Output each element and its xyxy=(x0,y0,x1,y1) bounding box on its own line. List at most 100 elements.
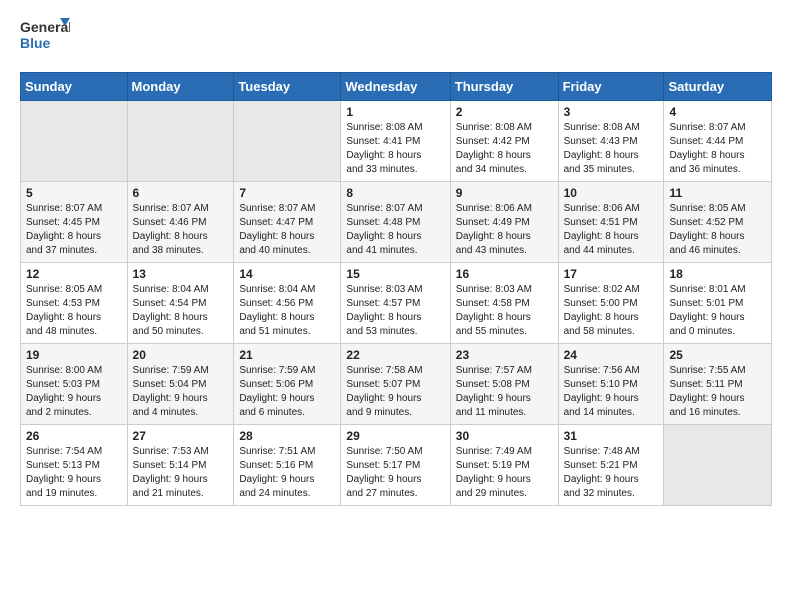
logo: General Blue xyxy=(20,16,70,60)
day-info: Sunrise: 8:00 AM Sunset: 5:03 PM Dayligh… xyxy=(26,364,122,420)
calendar-cell xyxy=(21,101,128,182)
calendar-cell: 19 Sunrise: 8:00 AM Sunset: 5:03 PM Dayli… xyxy=(21,344,128,425)
day-info: Sunrise: 7:59 AM Sunset: 5:04 PM Dayligh… xyxy=(133,364,229,420)
calendar-cell xyxy=(234,101,341,182)
calendar-cell xyxy=(127,101,234,182)
weekday-header-friday: Friday xyxy=(558,73,664,101)
calendar-cell: 10 Sunrise: 8:06 AM Sunset: 4:51 PM Dayli… xyxy=(558,182,664,263)
calendar-cell: 25Sunrise: 7:55 AM Sunset: 5:11 PM Dayli… xyxy=(664,344,772,425)
day-number: 22 xyxy=(346,348,444,362)
week-row-4: 19 Sunrise: 8:00 AM Sunset: 5:03 PM Dayli… xyxy=(21,344,772,425)
day-info: Sunrise: 8:08 AM Sunset: 4:41 PM Dayligh… xyxy=(346,121,444,177)
weekday-header-saturday: Saturday xyxy=(664,73,772,101)
calendar-cell: 16 Sunrise: 8:03 AM Sunset: 4:58 PM Dayli… xyxy=(450,263,558,344)
day-info: Sunrise: 8:04 AM Sunset: 4:54 PM Dayligh… xyxy=(133,283,229,339)
day-number: 19 xyxy=(26,348,122,362)
day-info: Sunrise: 8:07 AM Sunset: 4:44 PM Dayligh… xyxy=(669,121,766,177)
day-info: Sunrise: 8:08 AM Sunset: 4:42 PM Dayligh… xyxy=(456,121,553,177)
week-row-1: 1Sunrise: 8:08 AM Sunset: 4:41 PM Daylig… xyxy=(21,101,772,182)
day-number: 12 xyxy=(26,267,122,281)
calendar-cell: 3 Sunrise: 8:08 AM Sunset: 4:43 PM Daylig… xyxy=(558,101,664,182)
day-number: 15 xyxy=(346,267,444,281)
day-info: Sunrise: 8:05 AM Sunset: 4:52 PM Dayligh… xyxy=(669,202,766,258)
day-info: Sunrise: 7:56 AM Sunset: 5:10 PM Dayligh… xyxy=(564,364,659,420)
calendar-cell: 6Sunrise: 8:07 AM Sunset: 4:46 PM Daylig… xyxy=(127,182,234,263)
week-row-2: 5Sunrise: 8:07 AM Sunset: 4:45 PM Daylig… xyxy=(21,182,772,263)
day-number: 21 xyxy=(239,348,335,362)
day-info: Sunrise: 8:07 AM Sunset: 4:47 PM Dayligh… xyxy=(239,202,335,258)
calendar-cell: 23Sunrise: 7:57 AM Sunset: 5:08 PM Dayli… xyxy=(450,344,558,425)
day-number: 9 xyxy=(456,186,553,200)
calendar-cell: 28 Sunrise: 7:51 AM Sunset: 5:16 PM Dayli… xyxy=(234,425,341,506)
calendar-cell: 14 Sunrise: 8:04 AM Sunset: 4:56 PM Dayli… xyxy=(234,263,341,344)
day-info: Sunrise: 8:06 AM Sunset: 4:51 PM Dayligh… xyxy=(564,202,659,258)
day-info: Sunrise: 8:01 AM Sunset: 5:01 PM Dayligh… xyxy=(669,283,766,339)
calendar-cell: 30Sunrise: 7:49 AM Sunset: 5:19 PM Dayli… xyxy=(450,425,558,506)
calendar-cell: 29Sunrise: 7:50 AM Sunset: 5:17 PM Dayli… xyxy=(341,425,450,506)
calendar-cell: 9 Sunrise: 8:06 AM Sunset: 4:49 PM Daylig… xyxy=(450,182,558,263)
calendar-cell: 11 Sunrise: 8:05 AM Sunset: 4:52 PM Dayli… xyxy=(664,182,772,263)
day-number: 14 xyxy=(239,267,335,281)
day-info: Sunrise: 8:07 AM Sunset: 4:45 PM Dayligh… xyxy=(26,202,122,258)
day-number: 24 xyxy=(564,348,659,362)
calendar-cell: 26 Sunrise: 7:54 AM Sunset: 5:13 PM Dayli… xyxy=(21,425,128,506)
calendar-cell: 8 Sunrise: 8:07 AM Sunset: 4:48 PM Daylig… xyxy=(341,182,450,263)
day-info: Sunrise: 8:07 AM Sunset: 4:48 PM Dayligh… xyxy=(346,202,444,258)
day-number: 26 xyxy=(26,429,122,443)
calendar-cell: 17 Sunrise: 8:02 AM Sunset: 5:00 PM Dayli… xyxy=(558,263,664,344)
weekday-header-tuesday: Tuesday xyxy=(234,73,341,101)
weekday-header-wednesday: Wednesday xyxy=(341,73,450,101)
day-number: 8 xyxy=(346,186,444,200)
calendar-cell: 22 Sunrise: 7:58 AM Sunset: 5:07 PM Dayli… xyxy=(341,344,450,425)
day-number: 28 xyxy=(239,429,335,443)
calendar-cell: 1Sunrise: 8:08 AM Sunset: 4:41 PM Daylig… xyxy=(341,101,450,182)
weekday-header-thursday: Thursday xyxy=(450,73,558,101)
day-info: Sunrise: 7:54 AM Sunset: 5:13 PM Dayligh… xyxy=(26,445,122,501)
day-number: 11 xyxy=(669,186,766,200)
week-row-5: 26 Sunrise: 7:54 AM Sunset: 5:13 PM Dayli… xyxy=(21,425,772,506)
day-info: Sunrise: 8:03 AM Sunset: 4:58 PM Dayligh… xyxy=(456,283,553,339)
calendar-cell: 18 Sunrise: 8:01 AM Sunset: 5:01 PM Dayli… xyxy=(664,263,772,344)
calendar-cell xyxy=(664,425,772,506)
day-info: Sunrise: 7:48 AM Sunset: 5:21 PM Dayligh… xyxy=(564,445,659,501)
day-info: Sunrise: 8:05 AM Sunset: 4:53 PM Dayligh… xyxy=(26,283,122,339)
calendar-cell: 15Sunrise: 8:03 AM Sunset: 4:57 PM Dayli… xyxy=(341,263,450,344)
calendar-cell: 31 Sunrise: 7:48 AM Sunset: 5:21 PM Dayli… xyxy=(558,425,664,506)
day-info: Sunrise: 8:04 AM Sunset: 4:56 PM Dayligh… xyxy=(239,283,335,339)
day-info: Sunrise: 7:50 AM Sunset: 5:17 PM Dayligh… xyxy=(346,445,444,501)
day-number: 20 xyxy=(133,348,229,362)
day-number: 31 xyxy=(564,429,659,443)
day-info: Sunrise: 8:02 AM Sunset: 5:00 PM Dayligh… xyxy=(564,283,659,339)
weekday-header-sunday: Sunday xyxy=(21,73,128,101)
day-number: 10 xyxy=(564,186,659,200)
day-info: Sunrise: 7:58 AM Sunset: 5:07 PM Dayligh… xyxy=(346,364,444,420)
calendar-cell: 27Sunrise: 7:53 AM Sunset: 5:14 PM Dayli… xyxy=(127,425,234,506)
header: General Blue xyxy=(20,16,772,60)
calendar-cell: 7 Sunrise: 8:07 AM Sunset: 4:47 PM Daylig… xyxy=(234,182,341,263)
day-number: 2 xyxy=(456,105,553,119)
calendar-table: SundayMondayTuesdayWednesdayThursdayFrid… xyxy=(20,72,772,506)
logo-icon: General Blue xyxy=(20,16,70,60)
day-number: 18 xyxy=(669,267,766,281)
day-info: Sunrise: 7:59 AM Sunset: 5:06 PM Dayligh… xyxy=(239,364,335,420)
calendar-cell: 21 Sunrise: 7:59 AM Sunset: 5:06 PM Dayli… xyxy=(234,344,341,425)
day-number: 4 xyxy=(669,105,766,119)
page: General Blue SundayMondayTuesdayWednesda… xyxy=(0,0,792,522)
day-info: Sunrise: 7:51 AM Sunset: 5:16 PM Dayligh… xyxy=(239,445,335,501)
day-number: 13 xyxy=(133,267,229,281)
weekday-header-row: SundayMondayTuesdayWednesdayThursdayFrid… xyxy=(21,73,772,101)
day-number: 23 xyxy=(456,348,553,362)
week-row-3: 12 Sunrise: 8:05 AM Sunset: 4:53 PM Dayli… xyxy=(21,263,772,344)
day-number: 17 xyxy=(564,267,659,281)
day-number: 3 xyxy=(564,105,659,119)
day-number: 16 xyxy=(456,267,553,281)
calendar-cell: 2 Sunrise: 8:08 AM Sunset: 4:42 PM Daylig… xyxy=(450,101,558,182)
calendar-cell: 5Sunrise: 8:07 AM Sunset: 4:45 PM Daylig… xyxy=(21,182,128,263)
day-info: Sunrise: 8:06 AM Sunset: 4:49 PM Dayligh… xyxy=(456,202,553,258)
day-info: Sunrise: 8:08 AM Sunset: 4:43 PM Dayligh… xyxy=(564,121,659,177)
day-number: 7 xyxy=(239,186,335,200)
weekday-header-monday: Monday xyxy=(127,73,234,101)
day-number: 25 xyxy=(669,348,766,362)
day-info: Sunrise: 7:53 AM Sunset: 5:14 PM Dayligh… xyxy=(133,445,229,501)
day-number: 6 xyxy=(133,186,229,200)
